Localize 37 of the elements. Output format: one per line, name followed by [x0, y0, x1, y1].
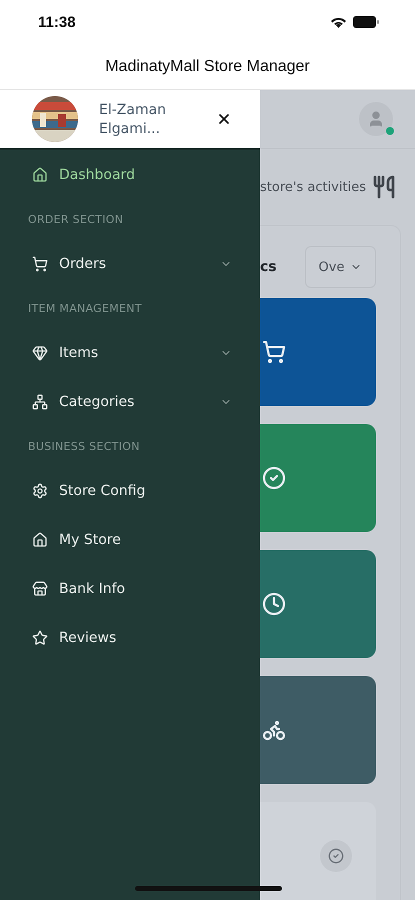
cart-icon — [262, 340, 286, 364]
app-title: MadinatyMall Store Manager — [105, 58, 310, 76]
subtitle: store's activities — [260, 180, 366, 194]
store-name: Elgami... — [99, 120, 162, 136]
gear-icon — [32, 482, 48, 498]
section-header: BUSINESS SECTION — [27, 438, 141, 454]
menu-item[interactable]: Orders — [0, 239, 260, 288]
wifi-icon — [330, 16, 347, 28]
store-name: El-Zaman — [99, 102, 168, 118]
bicycle-icon — [262, 718, 286, 742]
section-header: ITEM MANAGEMENT — [27, 300, 143, 316]
check-circle-icon — [320, 840, 352, 872]
house-icon — [32, 166, 48, 182]
menu-item[interactable]: Store Config — [0, 466, 260, 515]
online-dot — [386, 127, 394, 135]
hierarchy-icon — [32, 394, 48, 410]
diamond-icon — [32, 344, 48, 360]
utensils-icon — [372, 175, 396, 199]
menu-item[interactable]: Items — [0, 328, 260, 377]
section-header: ORDER SECTION — [27, 212, 124, 228]
check-circle-icon — [262, 466, 286, 490]
menu-item[interactable]: Categories — [0, 377, 260, 426]
clock-icon — [262, 592, 286, 616]
close-button[interactable] — [216, 111, 232, 127]
menu-item[interactable]: Bank Info — [0, 564, 260, 613]
panel-title: cs — [260, 259, 277, 275]
house-icon — [32, 532, 48, 548]
person-icon — [367, 110, 385, 128]
menu-item[interactable]: Reviews — [0, 613, 260, 662]
star-icon — [32, 630, 48, 646]
battery-icon — [353, 16, 379, 28]
menu-item[interactable]: My Store — [0, 515, 260, 564]
cart-icon — [32, 256, 48, 272]
period-dropdown[interactable]: Ove — [305, 246, 376, 288]
menu-item[interactable]: Dashboard — [0, 150, 260, 199]
storefront-icon — [32, 580, 48, 596]
status-time: 11:38 — [38, 14, 76, 30]
